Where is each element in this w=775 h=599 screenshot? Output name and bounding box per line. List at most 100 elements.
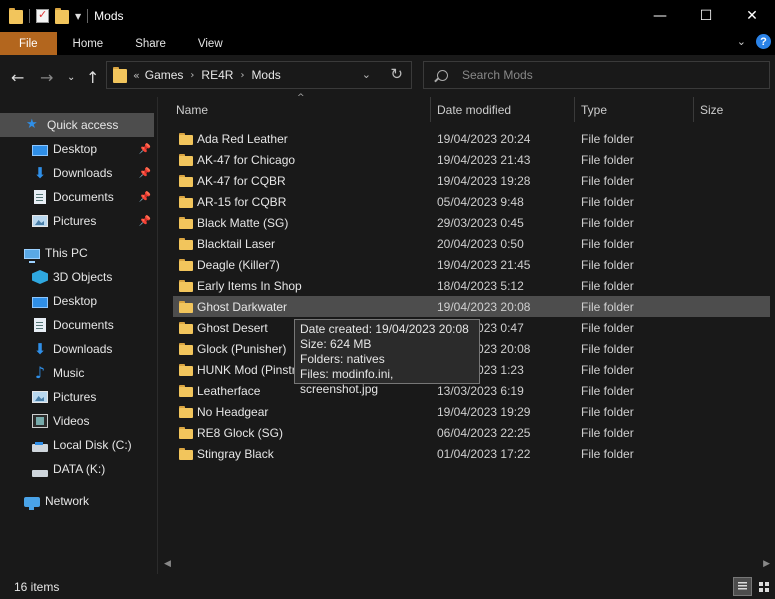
sidebar-item-downloads[interactable]: ⬇ Downloads 📌 xyxy=(0,161,154,185)
horizontal-scrollbar[interactable]: ◀ ▶ xyxy=(159,557,775,574)
new-folder-icon[interactable] xyxy=(55,8,69,24)
file-name: AK-47 for CQBR xyxy=(197,173,286,188)
address-history-chevron-icon[interactable]: ⌄ xyxy=(362,68,371,81)
folder-icon xyxy=(179,300,193,313)
properties-icon[interactable] xyxy=(36,8,49,23)
breadcrumb-re4r[interactable]: RE4R xyxy=(201,68,233,82)
maximize-button[interactable]: ☐ xyxy=(683,0,729,32)
star-icon: ★ xyxy=(26,117,38,132)
sidebar-item-music[interactable]: ♪ Music xyxy=(0,361,154,385)
folder-icon xyxy=(179,216,193,229)
breadcrumb-mods[interactable]: Mods xyxy=(251,68,280,82)
separator xyxy=(29,9,30,23)
recent-locations-chevron-icon[interactable]: ⌄ xyxy=(67,72,75,83)
file-row[interactable]: Black Matte (SG) 29/03/2023 0:45 File fo… xyxy=(173,212,770,233)
address-bar[interactable]: « Games › RE4R › Mods ⌄ ↻ xyxy=(106,61,412,89)
window-title: Mods xyxy=(94,9,124,23)
tab-view[interactable]: View xyxy=(182,32,239,55)
scroll-right-arrow-icon[interactable]: ▶ xyxy=(763,559,770,569)
tooltip-date-created: Date created: 19/04/2023 20:08 xyxy=(300,322,469,336)
file-row[interactable]: Deagle (Killer7) 19/04/2023 21:45 File f… xyxy=(173,254,770,275)
file-row[interactable]: RE8 Glock (SG) 06/04/2023 22:25 File fol… xyxy=(173,422,770,443)
tooltip-size: Size: 624 MB xyxy=(300,337,372,351)
column-header-size[interactable]: Size xyxy=(683,97,723,122)
document-icon xyxy=(34,318,46,332)
breadcrumb-overflow[interactable]: « xyxy=(133,69,140,82)
column-header-name[interactable]: Name xyxy=(159,97,208,122)
quick-access-toolbar: ▼ xyxy=(9,8,89,24)
scroll-left-arrow-icon[interactable]: ◀ xyxy=(164,559,171,569)
sidebar-item-label: Pictures xyxy=(53,214,97,228)
large-icons-view-button[interactable] xyxy=(754,577,773,596)
sidebar-item-desktop[interactable]: Desktop 📌 xyxy=(0,137,154,161)
search-box[interactable]: Search Mods xyxy=(423,61,770,89)
sidebar-item-pictures[interactable]: Pictures 📌 xyxy=(0,209,154,233)
file-row[interactable]: AR-15 for CQBR 05/04/2023 9:48 File fold… xyxy=(173,191,770,212)
file-row[interactable]: AK-47 for CQBR 19/04/2023 19:28 File fol… xyxy=(173,170,770,191)
file-row[interactable]: No Headgear 19/04/2023 19:29 File folder xyxy=(173,401,770,422)
file-name: RE8 Glock (SG) xyxy=(197,425,284,440)
file-date: 19/04/2023 20:08 xyxy=(437,299,531,314)
details-view-icon xyxy=(738,582,747,591)
folder-icon xyxy=(179,321,193,334)
computer-icon xyxy=(24,249,40,263)
breadcrumb-chevron-icon[interactable]: › xyxy=(190,70,194,81)
tab-share[interactable]: Share xyxy=(119,32,182,55)
pin-icon[interactable]: 📌 xyxy=(139,168,151,179)
sidebar-item-label: Downloads xyxy=(53,342,113,356)
tab-home[interactable]: Home xyxy=(57,32,120,55)
file-row[interactable]: Stingray Black 01/04/2023 17:22 File fol… xyxy=(173,443,770,464)
file-row[interactable]: Ghost Darkwater 19/04/2023 20:08 File fo… xyxy=(173,296,770,317)
file-type: File folder xyxy=(581,278,634,293)
file-date: 19/04/2023 19:28 xyxy=(437,173,531,188)
sidebar-item-local-disk-c[interactable]: Local Disk (C:) xyxy=(0,433,154,457)
file-row[interactable]: AK-47 for Chicago 19/04/2023 21:43 File … xyxy=(173,149,770,170)
expand-ribbon-chevron-icon[interactable]: ⌄ xyxy=(737,35,746,48)
sidebar-item-downloads-pc[interactable]: ⬇ Downloads xyxy=(0,337,154,361)
file-row[interactable]: Ada Red Leather 19/04/2023 20:24 File fo… xyxy=(173,128,770,149)
document-icon xyxy=(34,190,46,204)
file-type: File folder xyxy=(581,404,634,419)
sidebar-item-data-k[interactable]: DATA (K:) xyxy=(0,457,154,481)
pin-icon[interactable]: 📌 xyxy=(139,144,151,155)
forward-arrow-icon[interactable]: → xyxy=(40,68,53,87)
file-date: 18/04/2023 5:12 xyxy=(437,278,524,293)
file-date: 06/04/2023 22:25 xyxy=(437,425,531,440)
pin-icon[interactable]: 📌 xyxy=(139,216,151,227)
sidebar-item-desktop-pc[interactable]: Desktop xyxy=(0,289,154,313)
details-view-button[interactable] xyxy=(733,577,752,596)
file-row[interactable]: Early Items In Shop 18/04/2023 5:12 File… xyxy=(173,275,770,296)
sidebar-item-this-pc[interactable]: This PC xyxy=(0,241,154,265)
sidebar-item-label: Videos xyxy=(53,414,90,428)
close-button[interactable]: ✕ xyxy=(729,0,775,32)
separator xyxy=(87,9,89,23)
sidebar-item-label: Desktop xyxy=(53,294,98,308)
search-input[interactable]: Search Mods xyxy=(462,68,533,82)
sidebar-item-videos[interactable]: Videos xyxy=(0,409,154,433)
column-header-type[interactable]: Type xyxy=(564,97,607,122)
file-name: AK-47 for Chicago xyxy=(197,152,296,167)
sidebar-item-3d-objects[interactable]: 3D Objects xyxy=(0,265,154,289)
help-icon[interactable]: ? xyxy=(756,34,771,49)
tab-file[interactable]: File xyxy=(0,32,57,55)
column-header-date[interactable]: Date modified xyxy=(420,97,511,122)
large-icons-view-icon xyxy=(758,581,769,592)
back-arrow-icon[interactable]: ← xyxy=(11,68,24,87)
customize-toolbar-chevron-icon[interactable]: ▼ xyxy=(75,12,81,21)
sidebar-item-documents-pc[interactable]: Documents xyxy=(0,313,154,337)
refresh-icon[interactable]: ↻ xyxy=(390,65,403,83)
file-date: 19/04/2023 21:43 xyxy=(437,152,531,167)
file-name: AR-15 for CQBR xyxy=(197,194,287,209)
sidebar-item-pictures-pc[interactable]: Pictures xyxy=(0,385,154,409)
minimize-button[interactable]: — xyxy=(637,0,683,32)
file-type: File folder xyxy=(581,446,634,461)
sidebar-item-network[interactable]: Network xyxy=(0,489,154,513)
pin-icon[interactable]: 📌 xyxy=(139,192,151,203)
sidebar-item-quick-access[interactable]: ★ Quick access xyxy=(0,113,154,137)
sidebar-item-documents[interactable]: Documents 📌 xyxy=(0,185,154,209)
file-row[interactable]: Blacktail Laser 20/04/2023 0:50 File fol… xyxy=(173,233,770,254)
up-arrow-icon[interactable]: ↑ xyxy=(86,68,99,87)
breadcrumb-games[interactable]: Games xyxy=(145,68,184,82)
folder-icon xyxy=(179,174,193,187)
breadcrumb-chevron-icon[interactable]: › xyxy=(240,70,244,81)
